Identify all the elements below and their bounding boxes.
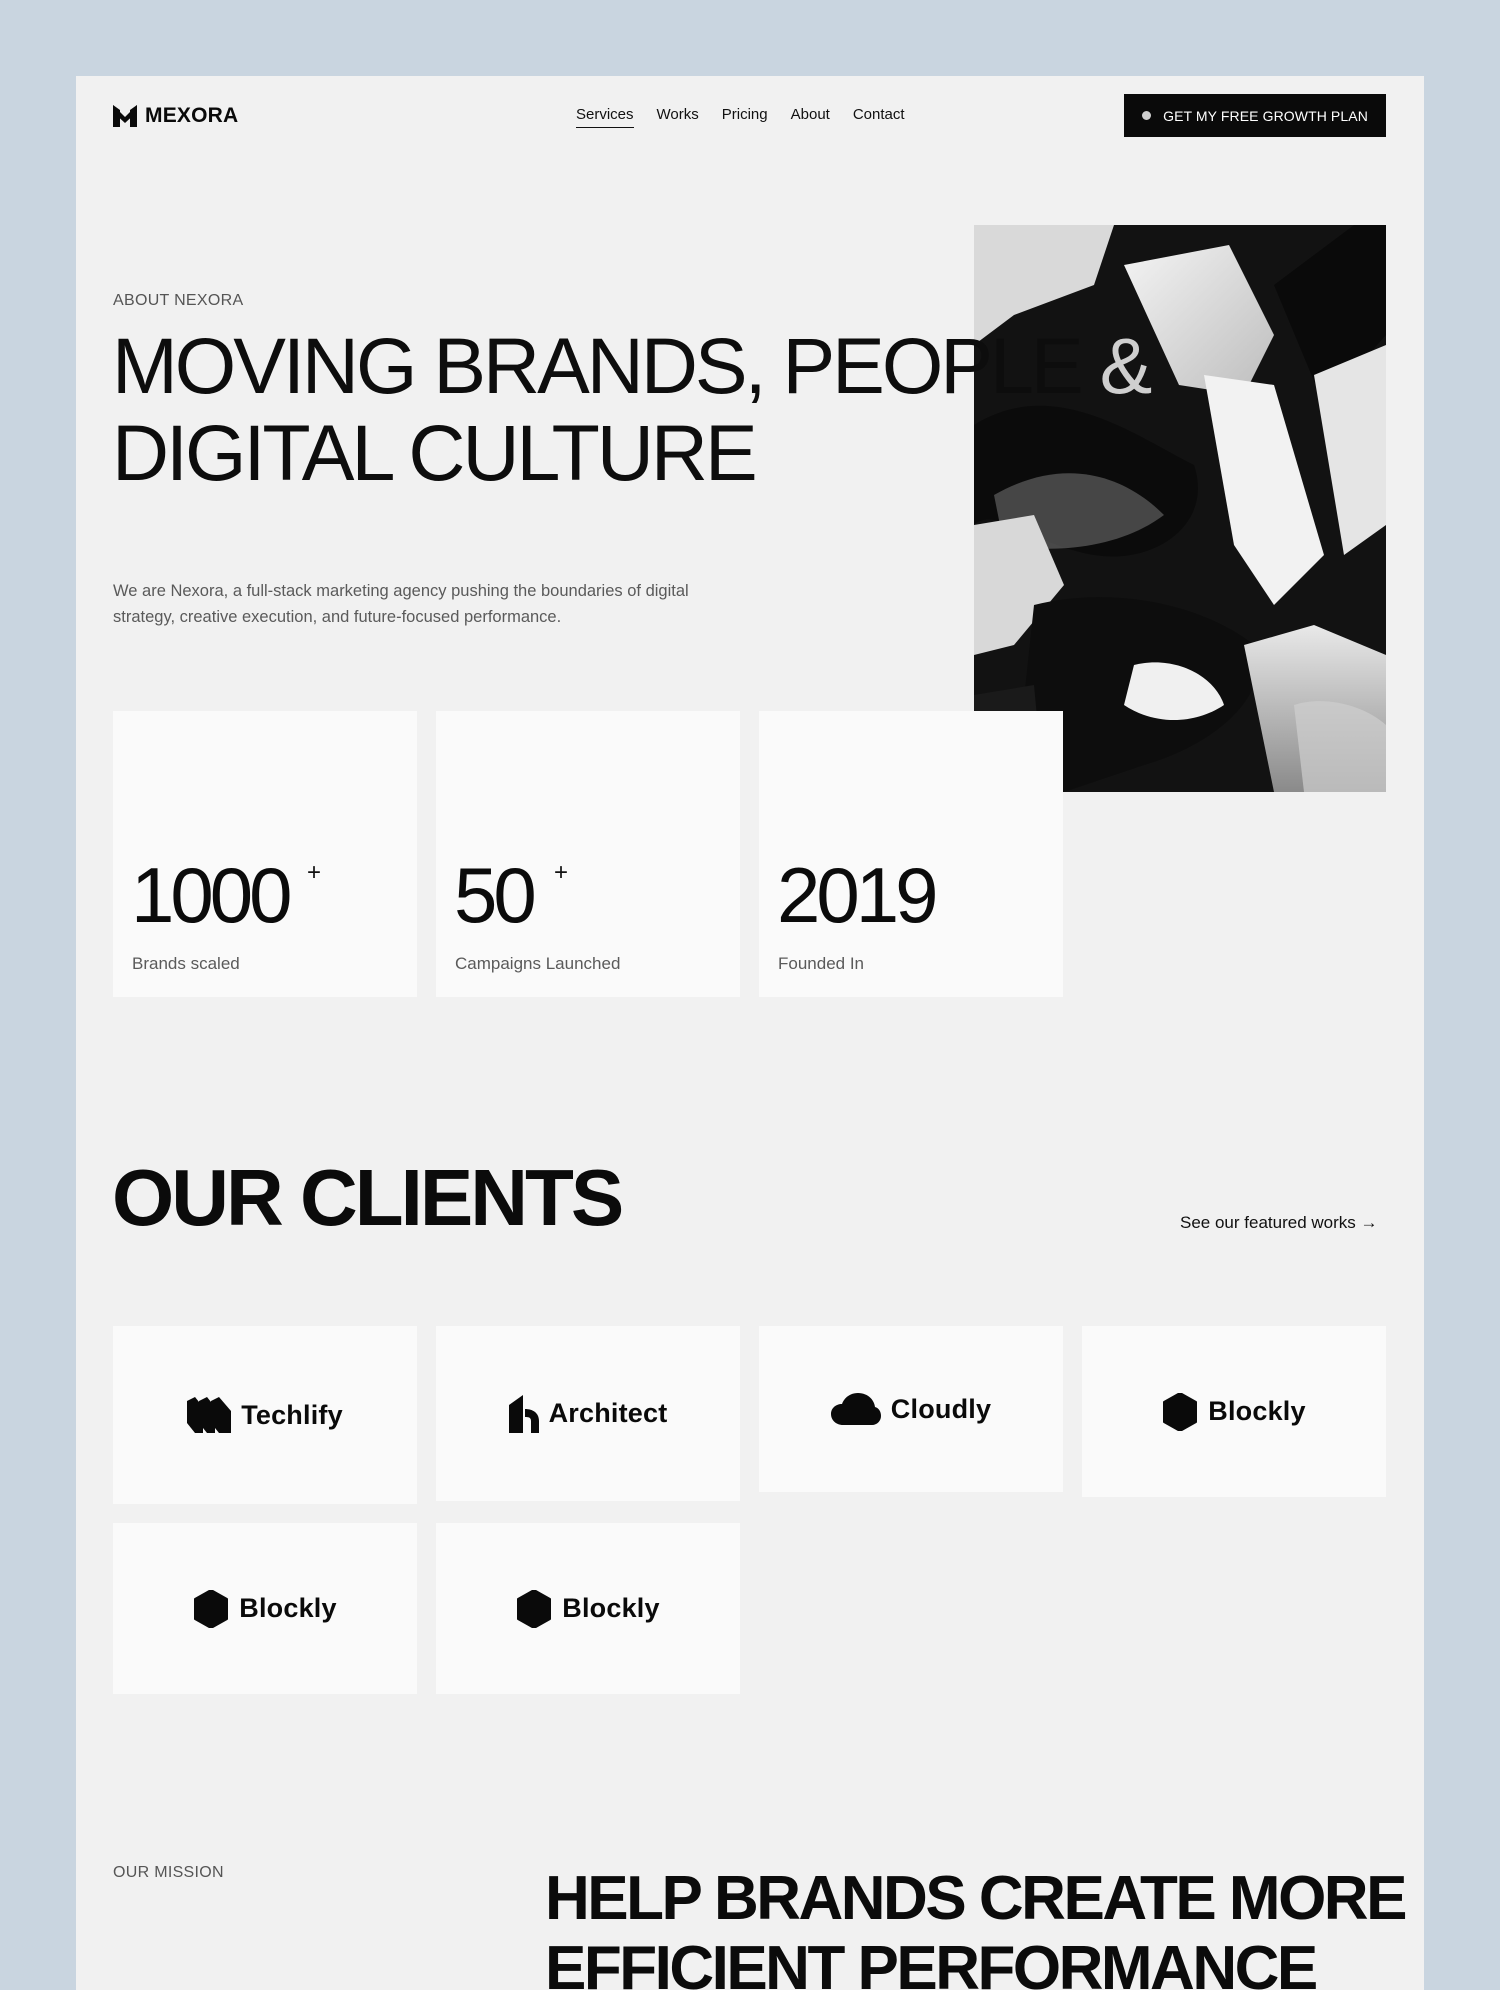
nav-item-pricing[interactable]: Pricing (722, 106, 768, 128)
nav-item-contact[interactable]: Contact (853, 106, 905, 128)
techlify-logo-icon (187, 1397, 232, 1433)
brushstroke-artwork (974, 225, 1386, 792)
client-name: Blockly (562, 1593, 660, 1623)
stat-suffix: + (307, 859, 322, 886)
nav-item-about[interactable]: About (791, 106, 830, 128)
main-menu: Services Works Pricing About Contact (576, 106, 905, 128)
dot-icon (1142, 111, 1152, 120)
stat-label: Campaigns Launched (455, 954, 621, 973)
stat-card-brands: 1000 + Brands scaled (113, 711, 417, 997)
mission-title-line2: EFFICIENT PERFORMANCE (545, 1934, 1318, 1990)
m-logo-icon (113, 105, 137, 127)
top-navigation: MEXORA Services Works Pricing About Cont… (76, 76, 1424, 156)
client-name: Architect (548, 1398, 668, 1428)
hero-eyebrow: ABOUT NEXORA (113, 292, 244, 309)
stat-label: Brands scaled (132, 954, 240, 973)
hexagon-logo-icon (1163, 1392, 1198, 1431)
clients-title: OUR CLIENTS (112, 1153, 624, 1242)
mission-headline: HELP BRANDS CREATE MORE EFFICIENT PERFOR… (545, 1864, 1407, 1990)
client-name: Blockly (239, 1593, 337, 1623)
featured-works-link[interactable]: See our featured works → (1180, 1213, 1377, 1233)
client-logo-blockly: Blockly (436, 1523, 740, 1694)
client-logo-blockly: Blockly (1082, 1326, 1386, 1497)
nav-item-services[interactable]: Services (576, 106, 634, 128)
stat-value: 2019 (777, 851, 939, 939)
growth-plan-button[interactable]: GET MY FREE GROWTH PLAN (1124, 94, 1386, 137)
client-logo-blockly: Blockly (113, 1523, 417, 1694)
brand-logo[interactable]: MEXORA (113, 104, 238, 128)
stat-suffix: + (554, 859, 569, 886)
brand-name: MEXORA (145, 104, 239, 127)
client-name: Cloudly (890, 1393, 992, 1424)
cloud-logo-icon (830, 1393, 881, 1425)
stat-value: 50 (454, 851, 537, 939)
mission-eyebrow: OUR MISSION (113, 1864, 224, 1881)
stat-card-founded: 2019 Founded In (759, 711, 1063, 997)
client-name: Blockly (1208, 1396, 1306, 1426)
stat-card-campaigns: 50 + Campaigns Launched (436, 711, 740, 997)
client-logo-cloudly: Cloudly (759, 1326, 1063, 1492)
cta-label: GET MY FREE GROWTH PLAN (1163, 107, 1368, 124)
hero-title-line1: MOVING BRANDS, PEOPLE (112, 321, 1084, 410)
client-logo-architect: Architect (436, 1326, 740, 1501)
stat-value: 1000 (131, 851, 293, 939)
hero-headline: MOVING BRANDS, PEOPLE & DIGITAL CULTURE (112, 321, 1153, 497)
hero-description: We are Nexora, a full-stack marketing ag… (113, 582, 689, 626)
nav-item-works[interactable]: Works (657, 106, 699, 128)
hero-title-line2: DIGITAL CULTURE (112, 408, 758, 497)
hexagon-logo-icon (517, 1589, 552, 1628)
abstract-brushstroke-image (974, 225, 1386, 792)
mission-title-line1: HELP BRANDS CREATE MORE (545, 1864, 1407, 1933)
client-name: Techlify (241, 1399, 343, 1430)
page: MEXORA Services Works Pricing About Cont… (76, 76, 1424, 1990)
client-logo-techlify: Techlify (113, 1326, 417, 1504)
hexagon-logo-icon (194, 1589, 229, 1628)
architect-logo-icon (508, 1394, 539, 1433)
stat-label: Founded In (778, 954, 865, 973)
hero-title-ampersand: & (1099, 321, 1153, 410)
